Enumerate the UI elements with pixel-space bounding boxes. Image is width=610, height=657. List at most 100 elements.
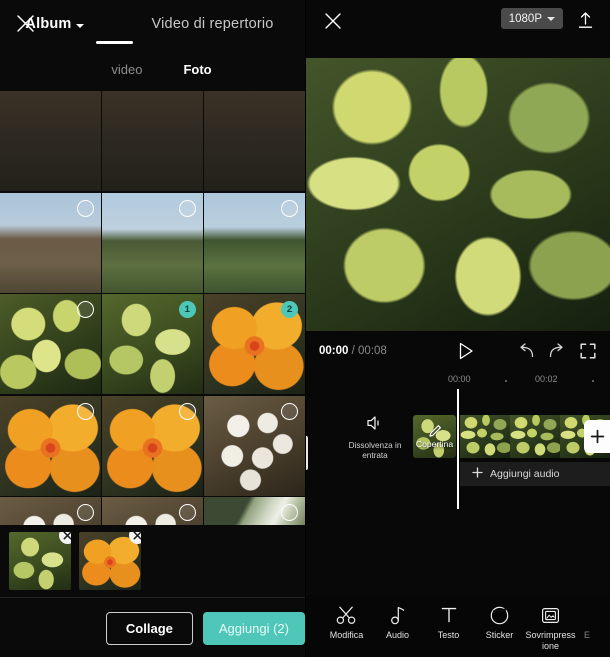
ruler-dot — [592, 380, 594, 382]
music-note-icon — [372, 604, 423, 626]
total-time: 00:08 — [358, 345, 387, 357]
selection-badge[interactable] — [77, 504, 94, 521]
photo-cell[interactable] — [0, 91, 101, 191]
ruler-tick-0: 00:00 — [448, 374, 471, 384]
toolbar-item-label: Audio — [372, 630, 423, 641]
source-tabs: Album Video di repertorio — [0, 0, 305, 48]
sticker-icon — [474, 604, 525, 626]
photo-cell[interactable]: 2 — [204, 294, 305, 394]
fade-in-button[interactable]: Dissolvenza in entrata — [346, 415, 404, 462]
photo-thumbnail — [102, 91, 203, 191]
photo-cell[interactable] — [102, 193, 203, 293]
selection-badge[interactable] — [77, 301, 94, 318]
photo-cell[interactable] — [102, 396, 203, 496]
playhead[interactable] — [457, 389, 459, 509]
tab-album[interactable]: Album — [17, 16, 91, 32]
timeline-leading-controls: Dissolvenza in entrata Copertina — [341, 415, 456, 462]
chevron-down-icon — [547, 17, 555, 21]
tab-album-label: Album — [25, 16, 71, 32]
video-preview[interactable] — [305, 58, 610, 331]
fade-in-label: Dissolvenza in entrata — [346, 441, 404, 462]
timeline-ruler[interactable]: 00:00 00:02 — [305, 371, 610, 389]
photo-cell[interactable] — [102, 497, 203, 525]
toolbar-item-sovrimpressione[interactable]: Sovrimpressione — [525, 604, 576, 652]
tab-video-repertorio-label: Video di repertorio — [152, 16, 274, 32]
toolbar-item-modifica[interactable]: Modifica — [321, 604, 372, 641]
photo-cell[interactable] — [0, 396, 101, 496]
chevron-down-icon — [76, 24, 84, 28]
photo-cell[interactable] — [0, 497, 101, 525]
selection-badge[interactable] — [179, 403, 196, 420]
scissors-icon — [321, 604, 372, 626]
selected-thumbnail[interactable] — [9, 532, 71, 590]
close-icon[interactable] — [319, 7, 347, 35]
photo-cell[interactable] — [204, 497, 305, 525]
media-picker-actions: Collage Aggiungi (2) — [0, 597, 305, 657]
selection-badge[interactable] — [179, 200, 196, 217]
add-audio-label: Aggiungi audio — [490, 468, 559, 480]
selection-badge[interactable] — [77, 403, 94, 420]
toolbar-item-label: Modifica — [321, 630, 372, 641]
selection-badge[interactable] — [281, 403, 298, 420]
selection-badge[interactable] — [281, 200, 298, 217]
selection-badge-selected[interactable]: 1 — [179, 301, 196, 318]
toolbar-item-e[interactable]: E — [576, 604, 598, 641]
toolbar-item-label: Testo — [423, 630, 474, 641]
timecode: 00:00 / 00:08 — [319, 345, 387, 357]
photo-cell[interactable] — [0, 294, 101, 394]
cover-button[interactable]: Copertina — [413, 415, 456, 458]
time-separator: / — [352, 345, 355, 357]
preview-frame — [305, 58, 610, 331]
toolbar-item-testo[interactable]: Testo — [423, 604, 474, 641]
editor-topbar: 1080P — [305, 0, 610, 40]
toolbar-item-label: E — [576, 630, 598, 641]
media-type-subtabs: video Foto — [0, 48, 305, 91]
speaker-fade-icon — [346, 415, 404, 436]
selection-badge[interactable] — [281, 504, 298, 521]
editor-panel: 1080P 00:00 / 00:08 — [305, 0, 610, 657]
plus-icon — [472, 465, 483, 483]
add-audio-track[interactable]: Aggiungi audio — [460, 462, 610, 486]
app-root: Album Video di repertorio video Foto 12 … — [0, 0, 610, 657]
tab-video-repertorio[interactable]: Video di repertorio — [144, 16, 282, 32]
cover-label: Copertina — [413, 439, 456, 449]
add-button[interactable]: Aggiungi (2) — [203, 612, 305, 645]
add-clip-button[interactable] — [584, 420, 610, 453]
photo-cell[interactable] — [0, 193, 101, 293]
partial-icon — [576, 604, 598, 626]
collage-button[interactable]: Collage — [106, 612, 193, 645]
ruler-dot — [505, 380, 507, 382]
selection-badge-selected[interactable]: 2 — [281, 301, 298, 318]
photo-cell[interactable] — [102, 91, 203, 191]
photo-thumbnail — [204, 91, 305, 191]
current-time: 00:00 — [319, 345, 348, 357]
editor-toolbar: ModificaAudioTestoStickerSovrimpressione… — [305, 595, 610, 657]
fullscreen-icon[interactable] — [577, 340, 599, 362]
timeline[interactable]: Dissolvenza in entrata Copertina — [305, 389, 610, 509]
panel-divider — [305, 0, 306, 657]
play-icon[interactable] — [455, 340, 477, 362]
selected-thumbnail[interactable] — [79, 532, 141, 590]
subtab-video[interactable]: video — [111, 62, 142, 77]
photo-cell[interactable] — [204, 396, 305, 496]
redo-icon[interactable] — [546, 340, 568, 362]
text-t-icon — [423, 604, 474, 626]
undo-icon[interactable] — [515, 340, 537, 362]
active-tab-underline — [96, 41, 133, 44]
photo-grid: 12 — [0, 91, 305, 525]
subtab-foto[interactable]: Foto — [183, 62, 211, 77]
photo-cell[interactable]: 1 — [102, 294, 203, 394]
toolbar-item-audio[interactable]: Audio — [372, 604, 423, 641]
upload-icon[interactable] — [572, 7, 598, 33]
pencil-icon — [413, 424, 456, 438]
selection-badge[interactable] — [179, 504, 196, 521]
media-picker-panel: Album Video di repertorio video Foto 12 … — [0, 0, 305, 657]
photo-cell[interactable] — [204, 91, 305, 191]
resolution-selector[interactable]: 1080P — [501, 8, 563, 29]
photo-thumbnail — [0, 91, 101, 191]
selection-badge[interactable] — [77, 200, 94, 217]
toolbar-item-label: Sovrimpressione — [525, 630, 576, 652]
photo-cell[interactable] — [204, 193, 305, 293]
toolbar-item-sticker[interactable]: Sticker — [474, 604, 525, 641]
overlay-icon — [525, 604, 576, 626]
